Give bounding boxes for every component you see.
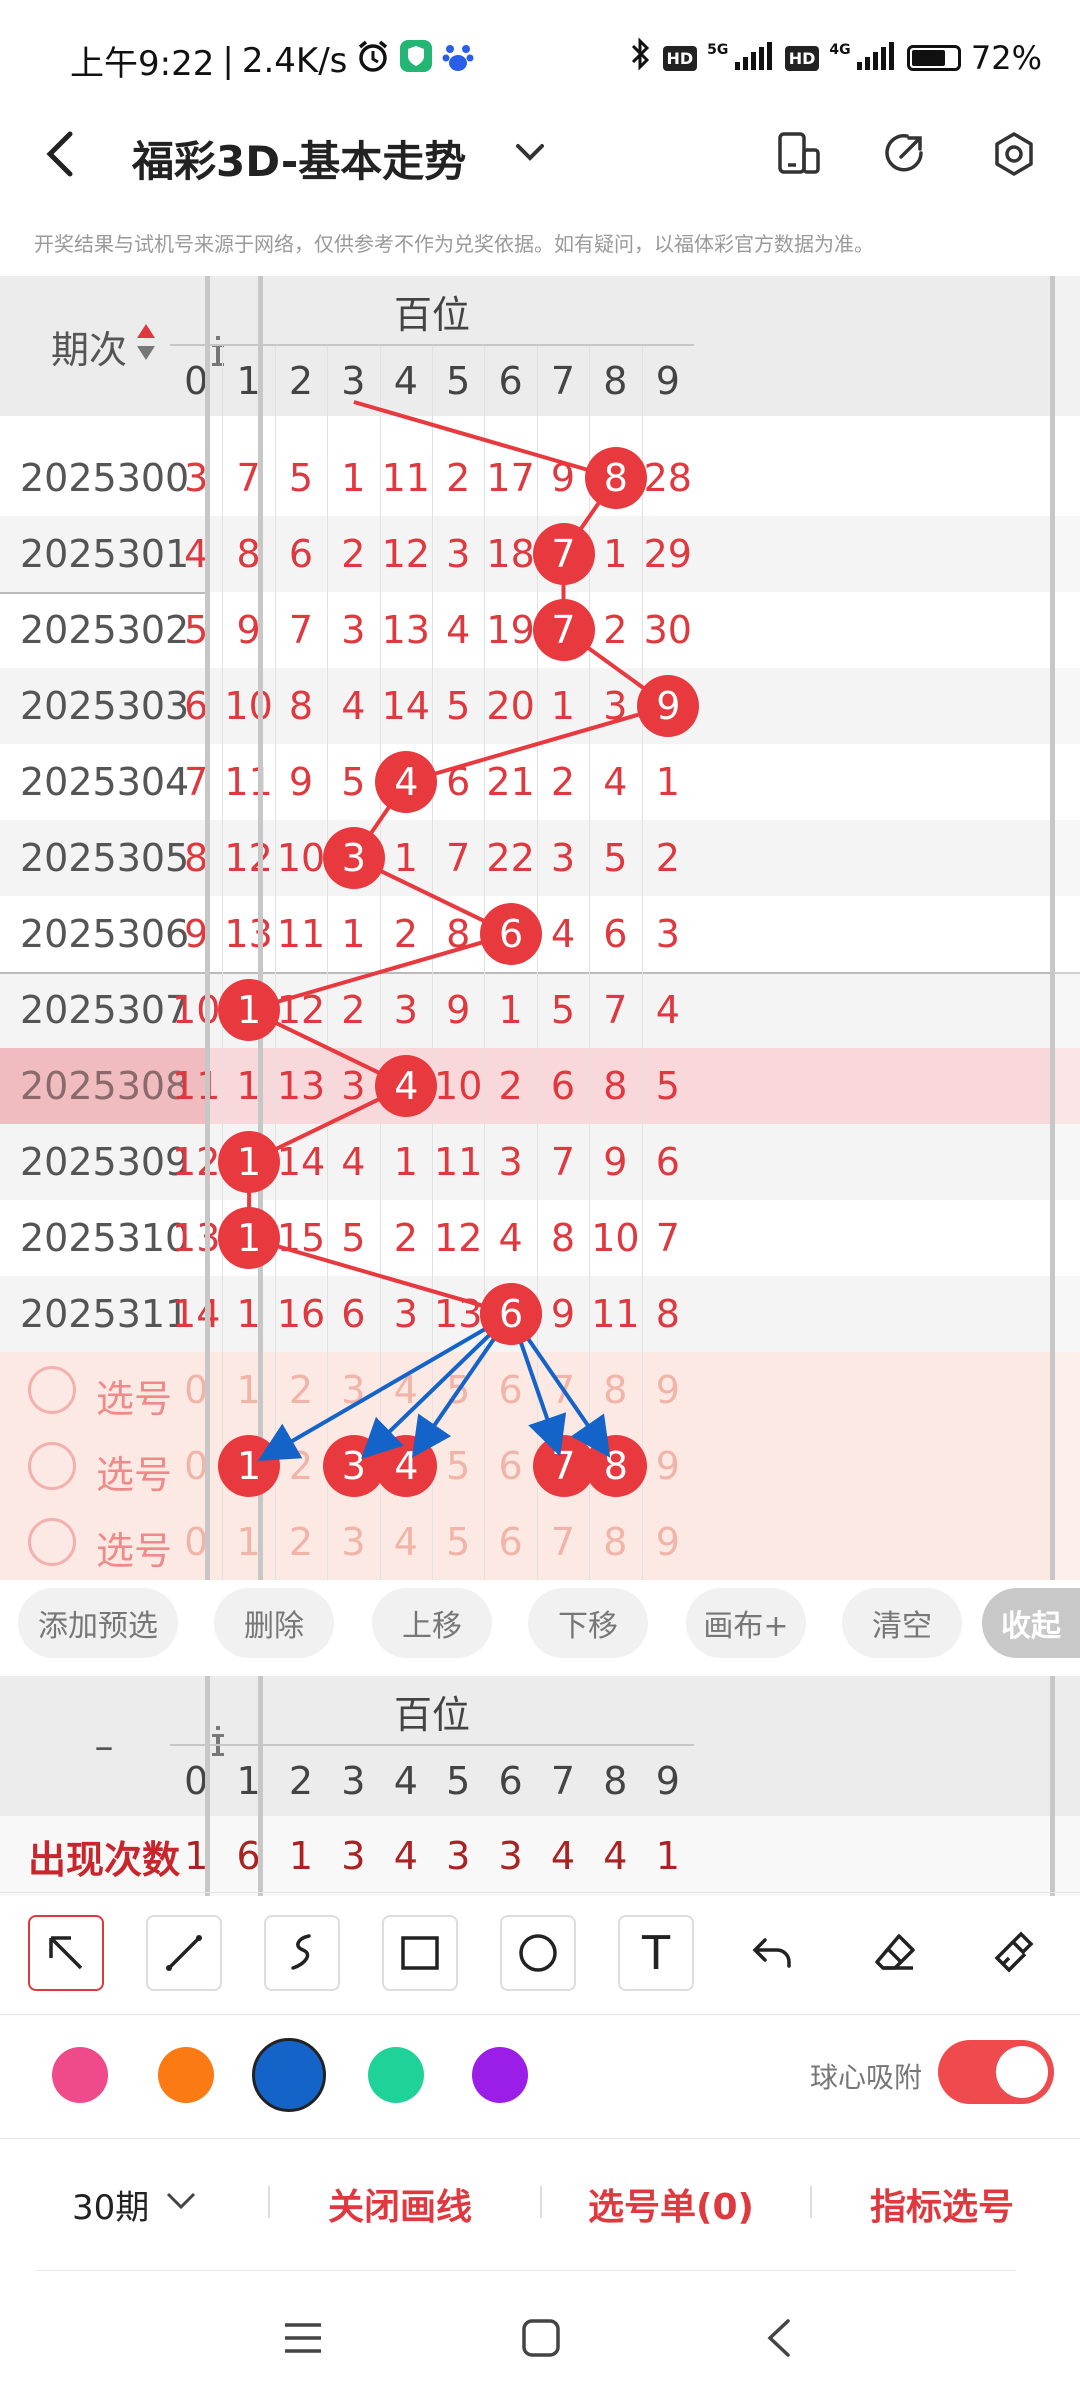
snap-toggle[interactable] [938, 2040, 1054, 2104]
add-preselect-button[interactable]: 添加预选 [18, 1588, 178, 1658]
column-divider [1050, 1676, 1055, 1896]
stats-count: 3 [341, 1834, 366, 1878]
stats-digit-header: 3 [341, 1759, 366, 1803]
stats-count: 4 [393, 1834, 418, 1878]
status-bar: 上午9:22 | 2.4K/s HD 5G HD 4G 72% [0, 0, 1080, 110]
disclaimer-text: 开奖结果与试机号来源于网络，仅供参考不作为兑奖依据。如有疑问，以福体彩官方数据为… [34, 232, 874, 256]
drawn-arrows [257, 1312, 611, 1461]
chevron-down-icon[interactable] [512, 132, 548, 181]
signal-4g: 4G [829, 41, 897, 75]
period-selector[interactable]: 30期 [72, 2180, 149, 2229]
move-up-button[interactable]: 上移 [372, 1588, 492, 1658]
hd-badge: HD [662, 45, 698, 71]
stats-digit-header: 6 [498, 1759, 523, 1803]
line-icon[interactable] [146, 1915, 222, 1991]
column-divider [205, 1676, 210, 1896]
stats-count: 1 [655, 1834, 680, 1878]
color-swatch[interactable] [158, 2047, 214, 2103]
home-nav-icon[interactable] [518, 2315, 564, 2365]
baidu-app-icon [441, 39, 475, 82]
close-draw-button[interactable]: 关闭画线 [328, 2178, 472, 2230]
battery-level: 72% [970, 39, 1042, 77]
stats-group-header: 百位 [393, 1692, 470, 1737]
stats-count: 4 [603, 1834, 628, 1878]
pick-list-button[interactable]: 选号单(0) [588, 2178, 754, 2230]
stats-digit-header: 0 [184, 1759, 209, 1803]
chevron-down-icon[interactable] [164, 2186, 198, 2220]
text-icon[interactable]: T [618, 1915, 694, 1991]
column-divider [258, 1676, 263, 1896]
indicator-pick-button[interactable]: 指标选号 [870, 2178, 1014, 2230]
eraser-icon[interactable] [858, 1915, 934, 1991]
delete-button[interactable]: 删除 [214, 1588, 334, 1658]
stats-digit-header: 2 [288, 1759, 314, 1803]
alarm-icon [355, 38, 391, 83]
menu-nav-icon[interactable] [280, 2315, 326, 2365]
clear-brush-icon[interactable] [976, 1915, 1052, 1991]
signal-5g: 5G [707, 41, 775, 75]
undo-icon[interactable] [736, 1915, 812, 1991]
stats-digit-header: 7 [550, 1759, 576, 1803]
color-swatch[interactable] [252, 2038, 326, 2112]
network-speed: 2.4K/s [241, 40, 348, 81]
stats-count: 3 [498, 1834, 523, 1878]
canvas-add-button[interactable]: 画布+ [686, 1588, 806, 1658]
stats-count: 3 [446, 1834, 471, 1878]
title-bar: 福彩3D-基本走势 [0, 110, 1080, 210]
back-button[interactable] [40, 124, 80, 197]
clear-button[interactable]: 清空 [842, 1588, 962, 1658]
rectangle-icon[interactable] [382, 1915, 458, 1991]
stats-count: 1 [184, 1834, 209, 1878]
move-down-button[interactable]: 下移 [528, 1588, 648, 1658]
settings-icon[interactable] [982, 122, 1046, 186]
stats-digit-header: 1 [236, 1759, 261, 1803]
clock: 上午9:22 [70, 44, 215, 84]
arrow-select-icon[interactable] [28, 1915, 104, 1991]
stats-count: 1 [288, 1834, 314, 1878]
share-icon[interactable] [872, 122, 936, 186]
security-app-icon [399, 39, 433, 82]
screen-mode-icon[interactable] [766, 122, 830, 186]
page-title[interactable]: 福彩3D-基本走势 [132, 128, 466, 189]
back-nav-icon[interactable] [758, 2315, 804, 2365]
trend-grid: 期次百位012345678920252992640416612272025300… [0, 276, 1080, 1580]
snap-label: 球心吸附 [810, 2061, 923, 2094]
freehand-icon[interactable] [264, 1915, 340, 1991]
stats-digit-header: 5 [446, 1759, 471, 1803]
color-swatch[interactable] [472, 2047, 528, 2103]
color-swatch[interactable] [368, 2047, 424, 2103]
snap-toggle-knob [996, 2046, 1048, 2098]
stats-count: 4 [550, 1834, 576, 1878]
circle-icon[interactable] [500, 1915, 576, 1991]
collapse-button[interactable]: 收起 [982, 1588, 1080, 1658]
color-swatch[interactable] [52, 2047, 108, 2103]
stats-digit-header: 8 [603, 1759, 628, 1803]
hd-badge-2: HD [784, 45, 820, 71]
stats-digit-header: 9 [655, 1759, 680, 1803]
stats-table: – 百位 0 1 2 3 4 5 6 7 8 9 出现次数 1 6 1 3 4 3 3 4 4 1 [0, 1676, 1080, 1896]
stats-count: 6 [236, 1834, 261, 1878]
battery-icon [906, 45, 961, 71]
stats-digit-header: 4 [393, 1759, 418, 1803]
bluetooth-icon [629, 36, 653, 80]
hit-ball: 6 [480, 1283, 543, 1345]
